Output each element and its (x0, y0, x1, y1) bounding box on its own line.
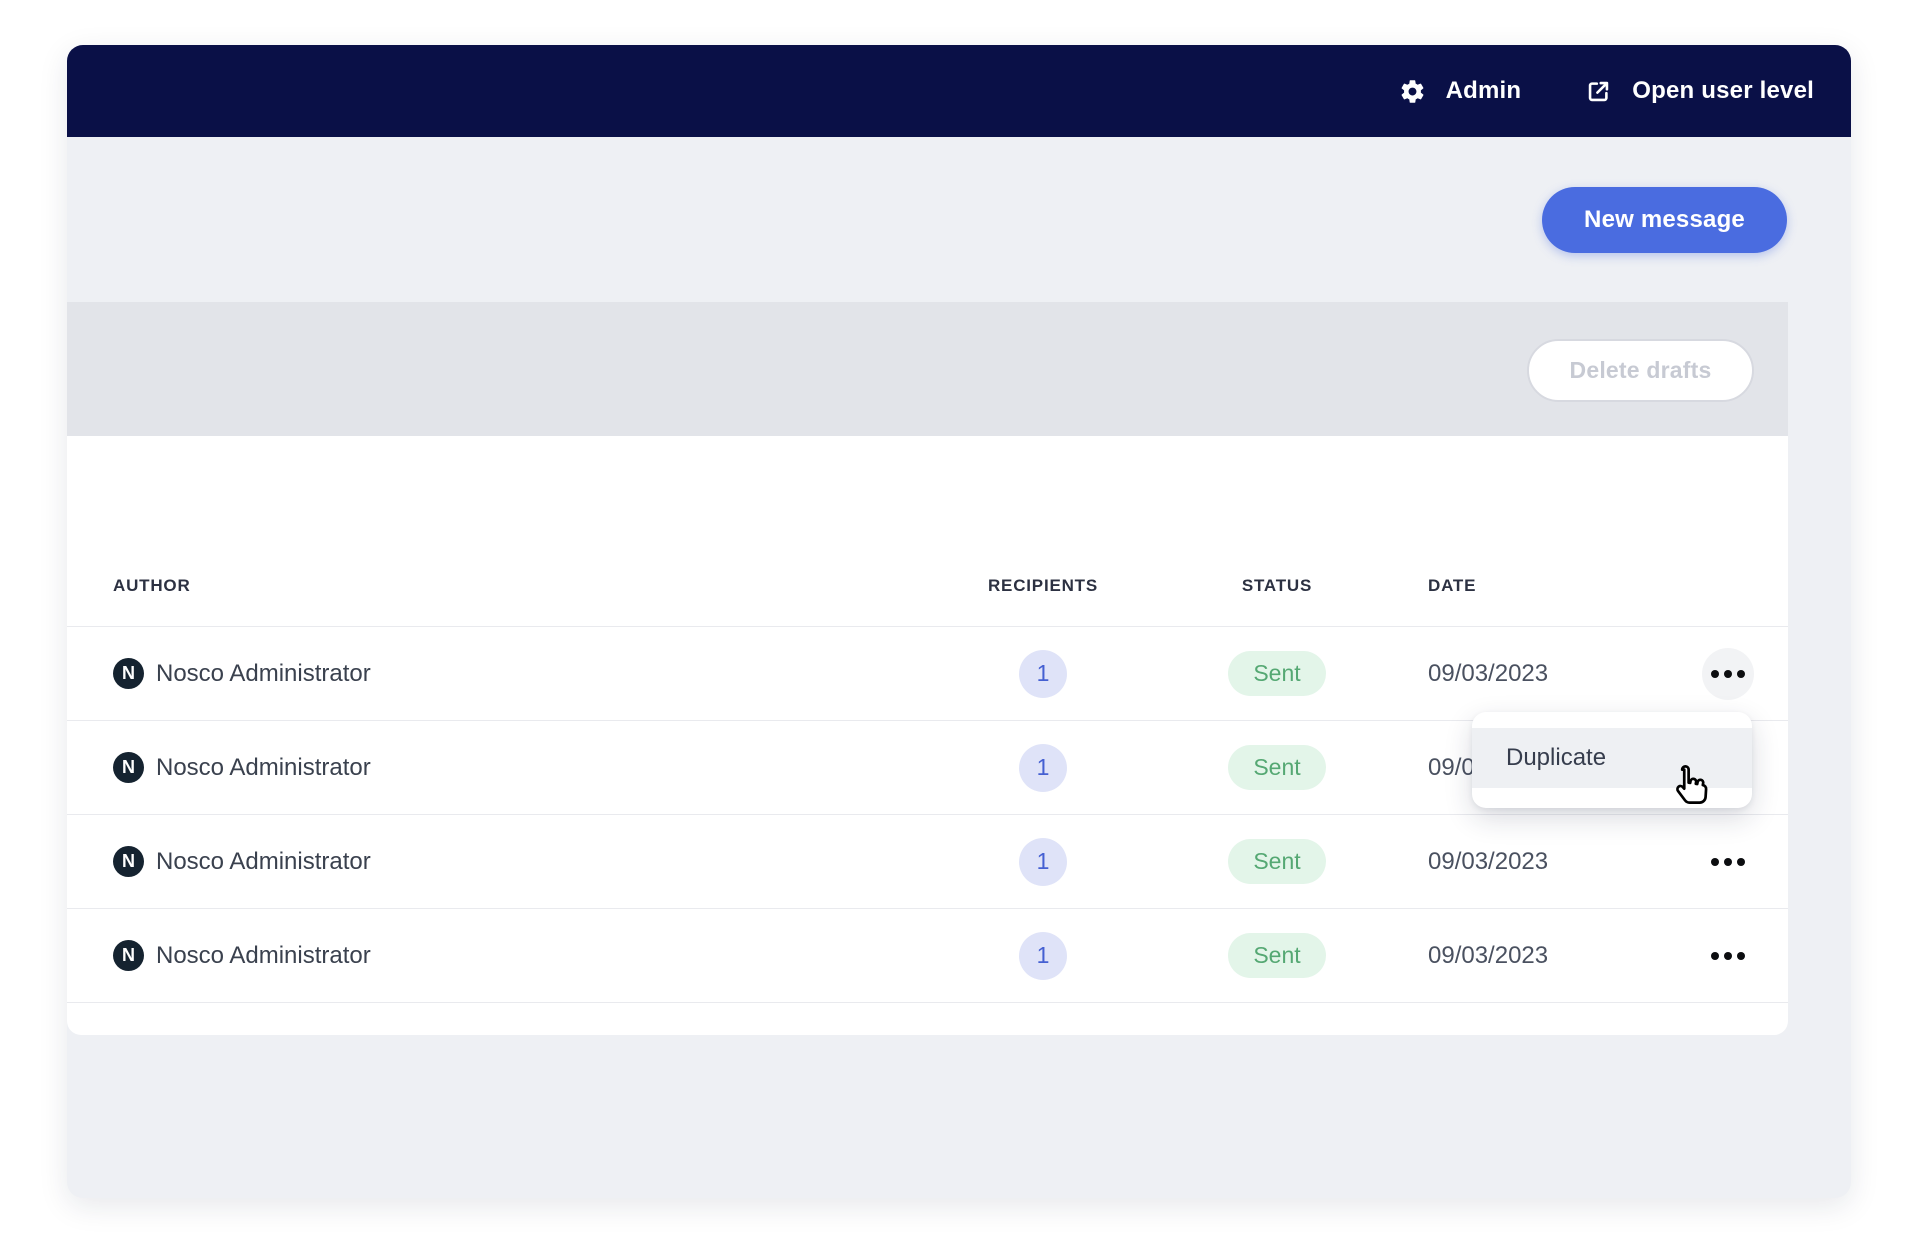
author-cell: N Nosco Administrator (113, 846, 927, 877)
column-header-recipients: RECIPIENTS (988, 576, 1098, 596)
avatar: N (113, 846, 144, 877)
menu-cell (1702, 648, 1754, 700)
table-row: N Nosco Administrator 1 Sent 09/03/2023 (67, 627, 1788, 721)
avatar: N (113, 752, 144, 783)
date-cell: 09/03/2023 (1395, 942, 1647, 970)
table-row: N Nosco Administrator 1 Sent 09/03/2023 (67, 909, 1788, 1003)
recipients-cell: 1 (1019, 838, 1067, 886)
author-cell: N Nosco Administrator (113, 940, 927, 971)
row-menu-button[interactable] (1702, 930, 1754, 982)
row-menu-button[interactable] (1702, 836, 1754, 888)
gear-icon (1399, 78, 1426, 105)
recipients-count-badge: 1 (1019, 932, 1067, 980)
status-cell: Sent (1228, 651, 1325, 696)
status-badge: Sent (1228, 651, 1325, 696)
recipients-count-badge: 1 (1019, 744, 1067, 792)
external-link-icon (1585, 78, 1612, 105)
admin-nav-label: Admin (1446, 77, 1522, 105)
date-cell: 09/03/2023 (1395, 660, 1647, 688)
status-cell: Sent (1228, 745, 1325, 790)
ellipsis-icon (1711, 858, 1719, 866)
admin-nav-button[interactable]: Admin (1399, 77, 1522, 105)
author-name: Nosco Administrator (156, 754, 371, 782)
author-name: Nosco Administrator (156, 848, 371, 876)
author-name: Nosco Administrator (156, 660, 371, 688)
ellipsis-icon (1711, 952, 1719, 960)
date-cell: 09/03/2023 (1395, 848, 1647, 876)
new-message-button[interactable]: New message (1542, 187, 1787, 253)
recipients-cell: 1 (1019, 744, 1067, 792)
status-badge: Sent (1228, 745, 1325, 790)
recipients-cell: 1 (1019, 932, 1067, 980)
table-header-row: AUTHOR RECIPIENTS STATUS DATE (67, 436, 1788, 627)
row-menu-button[interactable] (1702, 648, 1754, 700)
recipients-cell: 1 (1019, 650, 1067, 698)
table-row: N Nosco Administrator 1 Sent 09/03/2023 (67, 815, 1788, 909)
app-card: Admin Open user level New message Delete… (67, 45, 1851, 1198)
open-user-level-button[interactable]: Open user level (1585, 77, 1814, 105)
avatar: N (113, 940, 144, 971)
top-navbar: Admin Open user level (67, 45, 1851, 137)
ellipsis-icon (1711, 670, 1719, 678)
menu-cell (1702, 836, 1754, 888)
author-name: Nosco Administrator (156, 942, 371, 970)
avatar: N (113, 658, 144, 689)
open-user-level-label: Open user level (1632, 77, 1814, 105)
status-cell: Sent (1228, 839, 1325, 884)
hand-pointer-cursor (1663, 760, 1713, 815)
column-header-author: AUTHOR (113, 576, 927, 596)
status-cell: Sent (1228, 933, 1325, 978)
column-header-date: DATE (1395, 576, 1647, 596)
column-header-status: STATUS (1242, 576, 1312, 596)
status-badge: Sent (1228, 839, 1325, 884)
status-badge: Sent (1228, 933, 1325, 978)
recipients-count-badge: 1 (1019, 838, 1067, 886)
delete-drafts-button[interactable]: Delete drafts (1527, 339, 1754, 402)
author-cell: N Nosco Administrator (113, 658, 927, 689)
menu-cell (1702, 930, 1754, 982)
drafts-toolbar-band: Delete drafts (67, 302, 1788, 436)
author-cell: N Nosco Administrator (113, 752, 927, 783)
recipients-count-badge: 1 (1019, 650, 1067, 698)
